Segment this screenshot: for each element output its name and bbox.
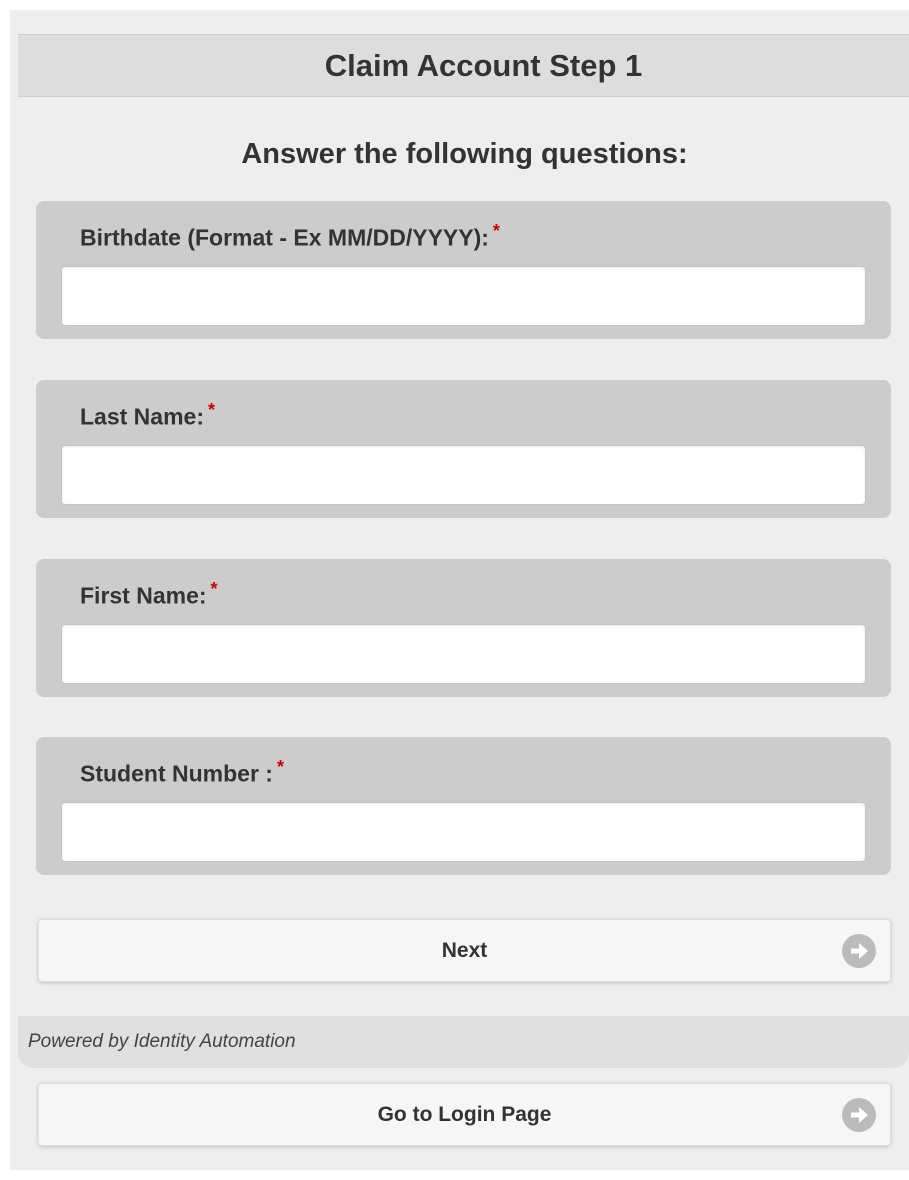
first-name-label: First Name: * — [80, 579, 218, 610]
form-heading: Answer the following questions: — [241, 138, 688, 170]
required-marker: * — [207, 400, 215, 420]
birthdate-label: Birthdate (Format - Ex MM/DD/YYYY): * — [80, 221, 500, 252]
last-name-label: Last Name: * — [80, 400, 215, 431]
go-to-login-button-label: Go to Login Page — [377, 1102, 552, 1126]
student-number-input[interactable] — [61, 802, 866, 862]
next-button[interactable]: Next — [38, 919, 891, 982]
arrow-right-circle-icon — [842, 933, 876, 968]
first-name-input[interactable] — [61, 624, 866, 684]
required-marker: * — [276, 757, 284, 777]
last-name-input[interactable] — [61, 445, 866, 505]
page-title: Claim Account Step 1 — [324, 47, 643, 83]
birthdate-field-group: Birthdate (Format - Ex MM/DD/YYYY): * — [36, 201, 891, 339]
powered-by-text: Powered by Identity Automation — [28, 1031, 296, 1052]
arrow-right-circle-icon — [842, 1097, 876, 1132]
student-number-label: Student Number : * — [80, 757, 284, 788]
birthdate-input[interactable] — [61, 266, 866, 326]
required-marker: * — [492, 221, 500, 241]
header-bar: Claim Account Step 1 — [18, 34, 909, 97]
required-marker: * — [210, 579, 218, 599]
page-container: Claim Account Step 1 Answer the followin… — [10, 10, 909, 1170]
birthdate-label-text: Birthdate (Format - Ex MM/DD/YYYY): — [80, 224, 489, 251]
first-name-label-text: First Name: — [80, 582, 207, 609]
last-name-field-group: Last Name: * — [36, 380, 891, 518]
footer-bar: Powered by Identity Automation — [18, 1016, 909, 1068]
student-number-field-group: Student Number : * — [36, 737, 891, 875]
go-to-login-button[interactable]: Go to Login Page — [38, 1083, 891, 1146]
last-name-label-text: Last Name: — [80, 403, 204, 430]
student-number-label-text: Student Number : — [80, 760, 273, 787]
next-button-label: Next — [441, 938, 488, 962]
first-name-field-group: First Name: * — [36, 559, 891, 697]
